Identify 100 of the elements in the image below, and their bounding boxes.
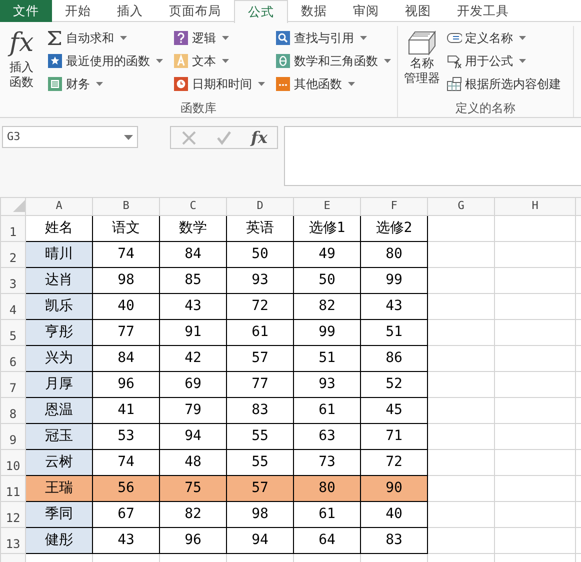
ribbon-command[interactable]: 定义名称	[444, 26, 563, 49]
table-cell: 亨彤	[26, 319, 92, 345]
dots-book-icon	[275, 76, 291, 92]
sigma-icon	[47, 30, 63, 46]
ribbon-command[interactable]: 根据所选内容创建	[444, 72, 563, 95]
table-cell: 王瑞	[26, 475, 92, 501]
insert-function-button[interactable]: fx 插入函数	[4, 26, 39, 99]
column-header[interactable]: G	[428, 198, 494, 215]
ribbon-tab[interactable]: 开发工具	[444, 0, 522, 22]
table-cell: 83	[226, 397, 294, 423]
table-cell: 57	[226, 475, 294, 501]
column-header[interactable]: A	[26, 198, 92, 215]
name-manager-button[interactable]: 名称 管理器	[402, 26, 442, 99]
table-cell: 61	[294, 397, 360, 423]
row-header[interactable]: 13	[0, 527, 26, 553]
table-cell: 64	[294, 527, 360, 553]
ribbon-command[interactable]: 用于公式	[444, 49, 563, 72]
name-cards-icon	[405, 30, 439, 56]
column-header[interactable]: C	[160, 198, 226, 215]
ribbon-command[interactable]: 查找与引用	[273, 26, 393, 49]
column-header[interactable]: B	[92, 198, 160, 215]
table-cell: 健彤	[26, 527, 92, 553]
row-header[interactable]: 3	[0, 267, 26, 293]
table-cell: 49	[294, 241, 360, 267]
row-header[interactable]: 10	[0, 449, 26, 475]
table-cell: 凯乐	[26, 293, 92, 319]
table-cell: 57	[226, 345, 294, 371]
file-menu-button[interactable]: 文件	[0, 0, 52, 22]
table-cell: 90	[360, 475, 428, 501]
check-icon	[216, 130, 232, 146]
ribbon-tab[interactable]: 页面布局	[156, 0, 234, 22]
table-cell: 61	[226, 319, 294, 345]
ribbon-command[interactable]: 日期和时间	[171, 72, 267, 95]
table-cell: 72	[360, 449, 428, 475]
table-cell: 55	[226, 449, 294, 475]
ribbon-command[interactable]: 最近使用的函数	[45, 49, 165, 72]
ribbon-command[interactable]: 其他函数	[273, 72, 393, 95]
table-cell: 93	[226, 267, 294, 293]
table-cell: 84	[160, 241, 226, 267]
row-header[interactable]: 4	[0, 293, 26, 319]
insert-function-button[interactable]: fx	[250, 126, 268, 150]
table-cell: 55	[226, 423, 294, 449]
column-header[interactable]: H	[494, 198, 576, 215]
ribbon-tab[interactable]: 视图	[392, 0, 444, 22]
close-icon	[180, 130, 197, 146]
ribbon-command[interactable]: 数学和三角函数	[273, 49, 393, 72]
table-cell: 季同	[26, 501, 92, 527]
table-cell: 51	[294, 345, 360, 371]
column-header[interactable]: D	[226, 198, 294, 215]
column-header[interactable]: E	[294, 198, 360, 215]
table-cell: 56	[92, 475, 160, 501]
row-header[interactable]: 5	[0, 319, 26, 345]
table-cell: 86	[360, 345, 428, 371]
formula-input[interactable]	[284, 126, 581, 186]
table-cell: 姓名	[26, 215, 92, 241]
row-header[interactable]: 11	[0, 475, 26, 501]
magnifier-book-icon	[275, 30, 291, 46]
ribbon-tab[interactable]: 审阅	[340, 0, 392, 22]
table-cell: 96	[92, 371, 160, 397]
enter-button[interactable]	[216, 130, 232, 146]
ribbon-command[interactable]: 文本	[171, 49, 267, 72]
caret-icon	[348, 82, 355, 86]
row-header[interactable]: 1	[0, 215, 26, 241]
table-cell: 恩温	[26, 397, 92, 423]
table-cell: 94	[226, 527, 294, 553]
row-header[interactable]: 7	[0, 371, 26, 397]
table-cell: 77	[226, 371, 294, 397]
table-cell: 69	[160, 371, 226, 397]
ribbon-tab[interactable]: 插入	[104, 0, 156, 22]
table-cell: 63	[294, 423, 360, 449]
ribbon-tab[interactable]: 数据	[288, 0, 340, 22]
row-header[interactable]: 12	[0, 501, 26, 527]
table-cell: 42	[160, 345, 226, 371]
table-cell: 43	[360, 293, 428, 319]
table-cell: 74	[92, 449, 160, 475]
cancel-button[interactable]	[180, 130, 197, 146]
row-header[interactable]: 6	[0, 345, 26, 371]
table-cell: 40	[360, 501, 428, 527]
table-cell: 75	[160, 475, 226, 501]
ribbon-tab[interactable]: 开始	[52, 0, 104, 22]
table-cell: 选修2	[360, 215, 428, 241]
ribbon-tab[interactable]: 公式	[234, 0, 288, 23]
table-cell: 82	[160, 501, 226, 527]
row-header[interactable]: 8	[0, 397, 26, 423]
fx-icon: fx	[9, 26, 34, 60]
row-header[interactable]: 2	[0, 241, 26, 267]
ribbon-command[interactable]: 财务	[45, 72, 165, 95]
row-header[interactable]: 9	[0, 423, 26, 449]
table-cell: 67	[92, 501, 160, 527]
table-cell: 74	[92, 241, 160, 267]
ribbon-command[interactable]: 逻辑	[171, 26, 267, 49]
table-cell: 45	[360, 397, 428, 423]
table-cell: 41	[92, 397, 160, 423]
table-cell: 99	[294, 319, 360, 345]
name-box[interactable]: G3	[2, 126, 138, 148]
table-cell: 73	[294, 449, 360, 475]
star-book-icon	[47, 52, 63, 68]
ribbon-command[interactable]: 自动求和	[45, 26, 165, 49]
column-header[interactable]: F	[360, 198, 428, 215]
table-cell: 80	[360, 241, 428, 267]
